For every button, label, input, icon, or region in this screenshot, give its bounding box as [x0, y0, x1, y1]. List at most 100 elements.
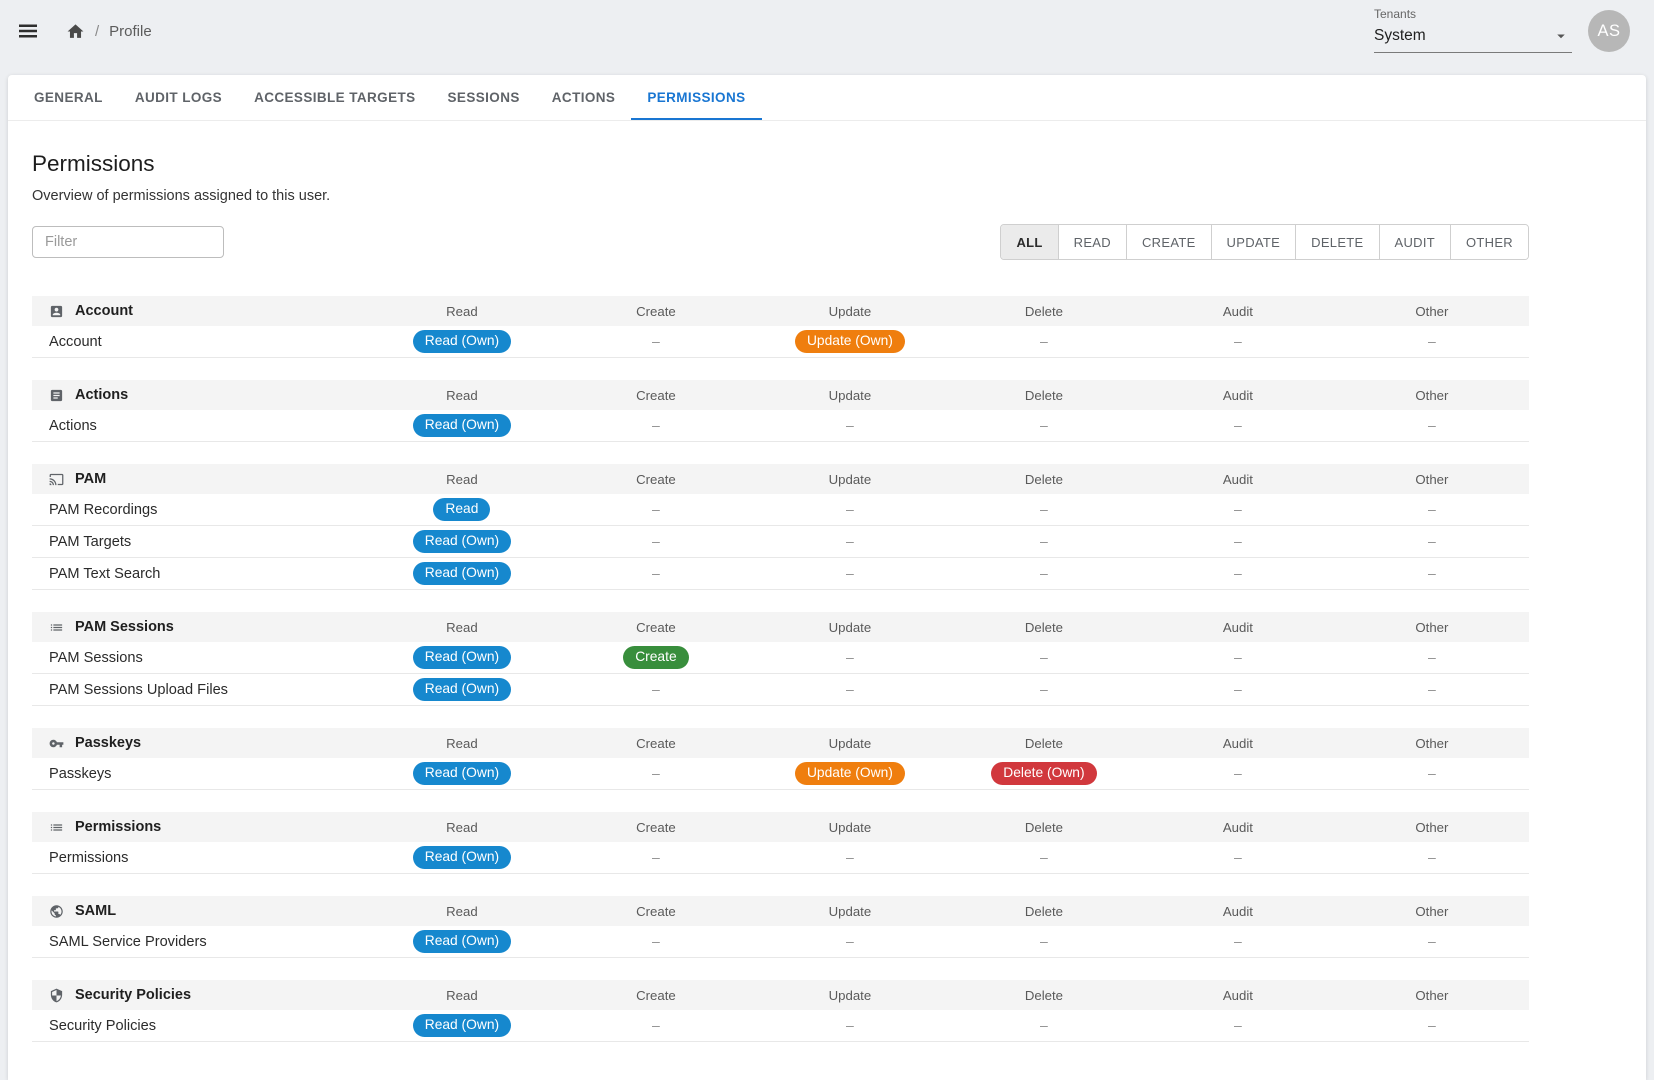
permission-cell: – [947, 501, 1141, 519]
empty-cell: – [846, 501, 854, 517]
permission-cell: Read (Own) [365, 562, 559, 585]
tenant-select-label: Tenants [1374, 7, 1572, 21]
permission-cell: – [1141, 417, 1335, 435]
globe-icon [49, 904, 64, 919]
empty-cell: – [1428, 765, 1436, 781]
empty-cell: – [846, 649, 854, 665]
tab-permissions[interactable]: PERMISSIONS [631, 75, 761, 120]
permission-cell: – [559, 933, 753, 951]
permission-cell: Read (Own) [365, 414, 559, 437]
filter-button-audit[interactable]: AUDIT [1379, 225, 1451, 259]
permission-group-security-policies: Security PoliciesReadCreateUpdateDeleteA… [32, 980, 1529, 1042]
permission-cell: Read (Own) [365, 1014, 559, 1037]
permission-cell: – [559, 501, 753, 519]
breadcrumb-current: Profile [109, 23, 152, 40]
avatar[interactable]: AS [1588, 10, 1630, 52]
permission-cell: – [947, 1017, 1141, 1035]
filter-button-read[interactable]: READ [1058, 225, 1126, 259]
column-header-update: Update [753, 304, 947, 319]
column-header-create: Create [559, 904, 753, 919]
group-name: Passkeys [75, 735, 141, 751]
group-header: PAMReadCreateUpdateDeleteAuditOther [32, 464, 1529, 494]
tab-accessible-targets[interactable]: ACCESSIBLE TARGETS [238, 75, 431, 120]
tab-actions[interactable]: ACTIONS [536, 75, 632, 120]
permission-cell: – [1141, 333, 1335, 351]
permission-badge-read: Read (Own) [413, 762, 511, 785]
permission-tables: AccountReadCreateUpdateDeleteAuditOtherA… [32, 296, 1529, 1042]
empty-cell: – [846, 417, 854, 433]
empty-cell: – [1040, 417, 1048, 433]
column-header-audit: Audit [1141, 736, 1335, 751]
filter-button-create[interactable]: CREATE [1126, 225, 1211, 259]
permission-cell: Read (Own) [365, 530, 559, 553]
column-header-delete: Delete [947, 388, 1141, 403]
empty-cell: – [1040, 565, 1048, 581]
filter-button-other[interactable]: OTHER [1450, 225, 1528, 259]
group-name: Permissions [75, 819, 161, 835]
tab-audit-logs[interactable]: AUDIT LOGS [119, 75, 238, 120]
empty-cell: – [652, 533, 660, 549]
permission-cell: Read (Own) [365, 762, 559, 785]
column-header-create: Create [559, 620, 753, 635]
permission-cell: Read (Own) [365, 330, 559, 353]
empty-cell: – [652, 681, 660, 697]
empty-cell: – [846, 565, 854, 581]
column-header-update: Update [753, 620, 947, 635]
home-icon[interactable] [66, 22, 85, 41]
list-icon [49, 820, 64, 835]
permission-badge-update: Update (Own) [795, 762, 905, 785]
tab-sessions[interactable]: SESSIONS [432, 75, 536, 120]
permission-cell: – [753, 681, 947, 699]
filter-button-all[interactable]: ALL [1001, 225, 1057, 259]
permission-group-actions: ActionsReadCreateUpdateDeleteAuditOtherA… [32, 380, 1529, 442]
empty-cell: – [652, 849, 660, 865]
group-header: AccountReadCreateUpdateDeleteAuditOther [32, 296, 1529, 326]
column-header-delete: Delete [947, 736, 1141, 751]
tenant-select[interactable]: Tenants System [1374, 7, 1572, 53]
account-box-icon [49, 304, 64, 319]
empty-cell: – [652, 333, 660, 349]
screen-cast-icon [49, 472, 64, 487]
permission-cell: Create [559, 646, 753, 669]
table-row: PAM Text SearchRead (Own)––––– [32, 558, 1529, 590]
filter-button-update[interactable]: UPDATE [1211, 225, 1296, 259]
column-header-delete: Delete [947, 820, 1141, 835]
toolbar: ALLREADCREATEUPDATEDELETEAUDITOTHER [32, 224, 1529, 260]
permission-badge-read: Read (Own) [413, 530, 511, 553]
column-header-audit: Audit [1141, 472, 1335, 487]
permission-badge-read: Read (Own) [413, 846, 511, 869]
empty-cell: – [1234, 501, 1242, 517]
table-row: AccountRead (Own)–Update (Own)––– [32, 326, 1529, 358]
permission-group-account: AccountReadCreateUpdateDeleteAuditOtherA… [32, 296, 1529, 358]
menu-icon[interactable] [16, 19, 40, 43]
permission-badge-read: Read (Own) [413, 562, 511, 585]
group-header: ActionsReadCreateUpdateDeleteAuditOther [32, 380, 1529, 410]
app-header: / Profile Tenants System AS [0, 0, 1654, 75]
filter-input[interactable] [32, 226, 224, 258]
empty-cell: – [1428, 533, 1436, 549]
group-header-label: Permissions [32, 819, 365, 835]
empty-cell: – [1040, 533, 1048, 549]
permission-cell: – [1141, 849, 1335, 867]
permission-cell: – [1141, 765, 1335, 783]
empty-cell: – [1428, 417, 1436, 433]
empty-cell: – [1428, 1017, 1436, 1033]
group-header: PasskeysReadCreateUpdateDeleteAuditOther [32, 728, 1529, 758]
group-header-label: Account [32, 303, 365, 319]
empty-cell: – [1234, 533, 1242, 549]
group-header: PAM SessionsReadCreateUpdateDeleteAuditO… [32, 612, 1529, 642]
permission-badge-update: Update (Own) [795, 330, 905, 353]
group-header-label: SAML [32, 903, 365, 919]
permission-cell: – [1335, 533, 1529, 551]
permission-cell: Update (Own) [753, 762, 947, 785]
empty-cell: – [846, 933, 854, 949]
main-card: GENERALAUDIT LOGSACCESSIBLE TARGETSSESSI… [8, 75, 1646, 1080]
tab-general[interactable]: GENERAL [18, 75, 119, 120]
column-header-delete: Delete [947, 988, 1141, 1003]
permission-cell: – [1335, 565, 1529, 583]
empty-cell: – [1234, 1017, 1242, 1033]
permission-badge-read: Read (Own) [413, 330, 511, 353]
permission-cell: – [753, 649, 947, 667]
table-row: ActionsRead (Own)––––– [32, 410, 1529, 442]
filter-button-delete[interactable]: DELETE [1295, 225, 1378, 259]
